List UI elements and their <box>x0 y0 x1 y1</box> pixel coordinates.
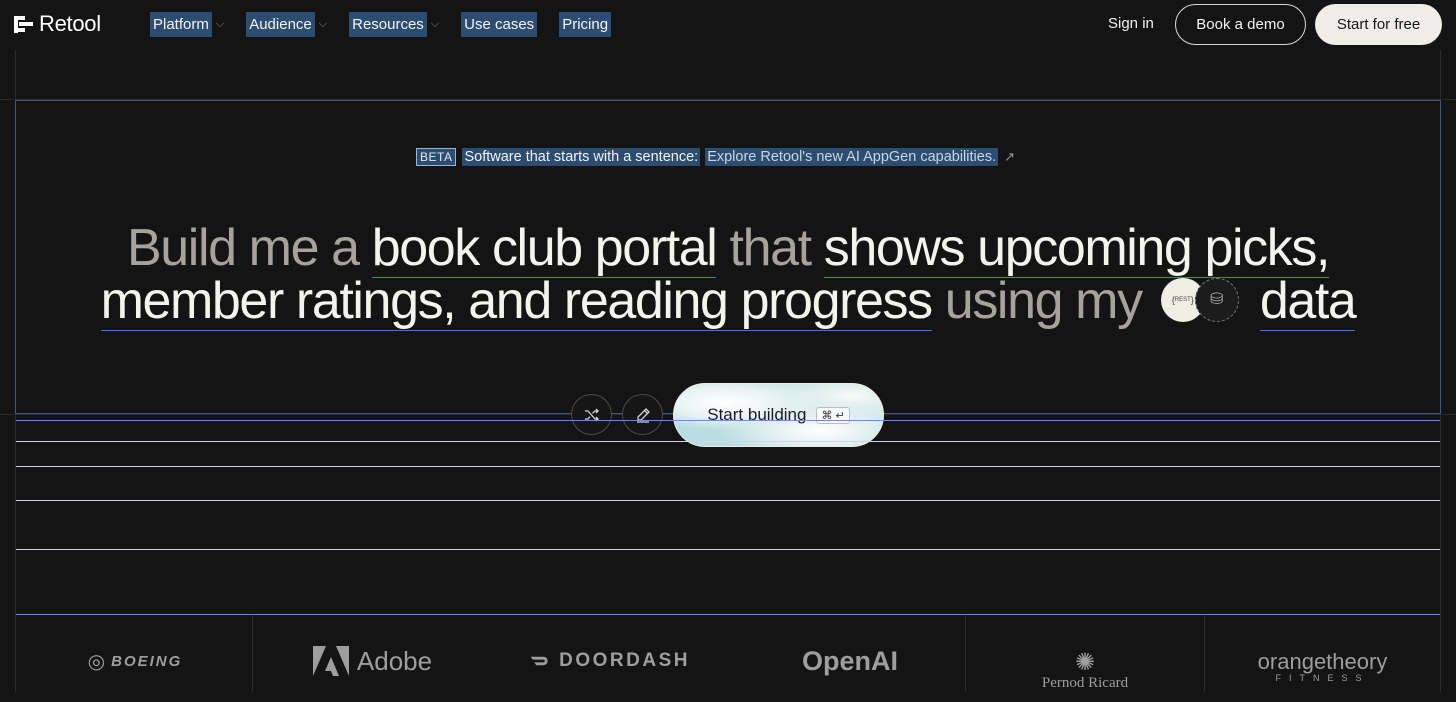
prompt-slot-app[interactable]: book club portal <box>371 219 718 278</box>
prompt-text: using my <box>944 272 1143 330</box>
headline-line-2: member ratings, and reading progress usi… <box>0 272 1456 331</box>
data-source-chips[interactable]: {REST} ⛁ <box>1160 278 1239 323</box>
retool-logo-icon <box>14 15 33 34</box>
adobe-logo: Adobe <box>300 630 445 692</box>
prompt-text: that <box>729 219 813 277</box>
openai-logo: OpenAI <box>770 630 930 692</box>
nav-label: Pricing <box>559 12 612 37</box>
book-demo-button[interactable]: Book a demo <box>1175 4 1306 45</box>
adobe-wordmark: Adobe <box>356 645 433 676</box>
nav-item-audience[interactable]: Audience ⌵ <box>246 12 327 37</box>
rest-chip-label: REST <box>1174 297 1191 304</box>
prompt-text: Build me a <box>126 219 360 277</box>
banner-link[interactable]: Explore Retool's new AI AppGen capabilit… <box>705 148 999 166</box>
logo-divider <box>1204 615 1205 692</box>
site-header: Retool Platform ⌵ Audience ⌵ Resources ⌵… <box>0 0 1456 50</box>
nav-label: Audience <box>246 12 315 37</box>
openai-wordmark: OpenAI <box>801 645 898 676</box>
retool-logo[interactable]: Retool <box>14 11 101 37</box>
sun-icon: ✺ <box>1074 649 1096 676</box>
chevron-down-icon: ⌵ <box>430 18 440 30</box>
external-arrow-icon: ↗ <box>1004 149 1016 164</box>
appgen-banner[interactable]: BETA Software that starts with a sentenc… <box>416 148 1015 166</box>
nav-item-pricing[interactable]: Pricing <box>559 12 612 37</box>
banner-text: Software that starts with a sentence: <box>462 148 701 166</box>
nav-item-use-cases[interactable]: Use cases <box>461 12 538 37</box>
orangetheory-logo: orangetheory FITNESS <box>1240 635 1405 697</box>
nav-item-resources[interactable]: Resources ⌵ <box>349 12 439 37</box>
start-building-label: Start building <box>707 405 807 424</box>
decorative-stripe <box>16 441 1440 442</box>
shuffle-button[interactable] <box>571 394 612 435</box>
nav-label: Use cases <box>461 12 538 37</box>
nav-label: Resources <box>349 12 427 37</box>
chevron-down-icon: ⌵ <box>215 18 225 30</box>
prompt-slot-features-cont[interactable]: member ratings, and reading progress <box>100 272 933 331</box>
decorative-stripe <box>16 420 1440 421</box>
chevron-down-icon: ⌵ <box>318 18 328 30</box>
database-icon: ⛁ <box>1194 278 1239 323</box>
orangetheory-wordmark: orangetheory <box>1257 649 1388 674</box>
nav-label: Platform <box>150 12 212 37</box>
headline-line-1: Build me a book club portal that shows u… <box>0 219 1456 278</box>
boeing-wordmark: BOEING <box>111 652 183 670</box>
decorative-stripe <box>16 500 1440 501</box>
logo-text: Retool <box>39 11 101 36</box>
beta-badge: BETA <box>416 148 457 166</box>
decorative-stripe <box>16 466 1440 467</box>
nav-item-platform[interactable]: Platform ⌵ <box>150 12 224 37</box>
decorative-stripe <box>16 549 1440 550</box>
prompt-slot-features[interactable]: shows upcoming picks, <box>823 219 1330 278</box>
edit-prompt-button[interactable] <box>622 394 663 435</box>
orangetheory-subtitle: FITNESS <box>1275 673 1370 683</box>
decorative-stripe <box>16 614 1440 615</box>
boeing-icon: ◎ <box>87 650 108 673</box>
start-free-button[interactable]: Start for free <box>1315 4 1442 45</box>
start-building-button[interactable]: Start building ⌘ ↵ <box>673 383 884 447</box>
doordash-wordmark: DOORDASH <box>559 650 690 671</box>
pernod-wordmark: Pernod Ricard <box>1041 674 1129 691</box>
prompt-slot-data[interactable]: data <box>1259 272 1357 331</box>
pernod-ricard-logo: ✺ Pernod Ricard <box>1010 640 1160 702</box>
logo-divider <box>252 615 253 692</box>
boeing-logo: ◎ BOEING <box>60 630 210 692</box>
main-nav: Platform ⌵ Audience ⌵ Resources ⌵ Use ca… <box>150 12 633 37</box>
sign-in-link[interactable]: Sign in <box>1108 15 1154 32</box>
doordash-icon <box>530 656 548 666</box>
logo-divider <box>965 615 966 692</box>
doordash-logo: DOORDASH <box>530 630 690 692</box>
adobe-icon <box>312 646 349 676</box>
